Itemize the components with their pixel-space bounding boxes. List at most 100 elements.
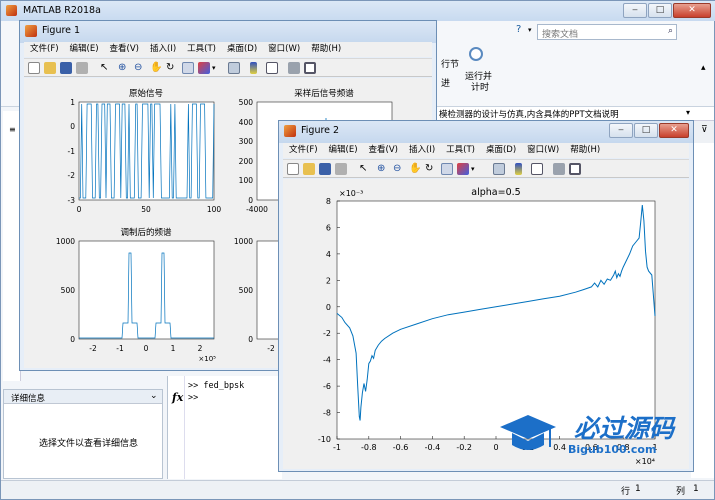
fig1-menu-tools[interactable]: 工具(T) [187, 44, 216, 54]
hide-plot-tools-icon[interactable] [553, 163, 565, 175]
colorbar-icon[interactable] [515, 163, 522, 175]
open-file-icon[interactable] [44, 62, 56, 74]
chart-xtick-label: -0.6 [393, 443, 409, 452]
chart-title: alpha=0.5 [471, 187, 520, 198]
doc-bar: 模检测器的设计与仿真,内含具体的PPT文档说明 ▾ [431, 107, 714, 121]
fx-icon[interactable]: fx [172, 391, 183, 404]
zoom-out-icon[interactable]: ⊖ [393, 163, 405, 175]
legend-icon[interactable] [531, 163, 543, 175]
p1-title: 原始信号 [129, 88, 163, 99]
doc-dropdown-icon[interactable]: ▾ [686, 108, 690, 117]
link-plot-icon[interactable] [493, 163, 505, 175]
rotate-3d-icon[interactable]: ↻ [166, 62, 178, 74]
details-header[interactable]: 详细信息 ⌄ [4, 390, 162, 404]
command-window[interactable]: fx >> fed_bpsk >> [167, 376, 282, 479]
status-col-value: 1 [693, 484, 699, 494]
rotate-3d-icon[interactable]: ↻ [425, 163, 437, 175]
p2-xtick-m4000: -4000 [246, 205, 268, 214]
figure1-title: Figure 1 [42, 25, 81, 36]
data-cursor-icon[interactable] [182, 62, 194, 74]
brush-icon[interactable] [198, 62, 210, 74]
p3-ytick-1000: 1000 [56, 237, 75, 246]
fig2-menu-edit[interactable]: 编辑(E) [329, 145, 358, 155]
matlab-close-button[interactable]: ✕ [673, 3, 711, 18]
zoom-in-icon[interactable]: ⊕ [118, 62, 130, 74]
figure1-toolbar: ↖ ⊕ ⊖ ✋ ↻ ▾ [24, 58, 432, 77]
search-box[interactable]: 搜索文档 ⌕ [537, 24, 677, 40]
fig2-menu-file[interactable]: 文件(F) [289, 145, 318, 155]
figure2-minimize-button[interactable]: ‒ [609, 123, 633, 138]
data-cursor-icon[interactable] [441, 163, 453, 175]
save-icon[interactable] [319, 163, 331, 175]
link-plot-icon[interactable] [228, 62, 240, 74]
print-icon[interactable] [335, 163, 347, 175]
chart-xtick-label: -0.8 [361, 443, 377, 452]
details-collapse-icon[interactable]: ⌄ [150, 391, 158, 401]
fig2-menu-insert[interactable]: 插入(I) [409, 145, 435, 155]
fig1-menu-window[interactable]: 窗口(W) [268, 44, 300, 54]
brush-dropdown-icon[interactable]: ▾ [471, 163, 483, 175]
figure2-maximize-button[interactable]: □ [634, 123, 658, 138]
p4-ytick-500: 500 [239, 286, 254, 295]
matlab-maximize-button[interactable]: □ [648, 3, 672, 18]
p3-ytick-500: 500 [61, 286, 76, 295]
p1-ytick-0: 0 [70, 122, 75, 131]
list-icon: ≡ [9, 125, 16, 134]
print-icon[interactable] [76, 62, 88, 74]
figure2-close-button[interactable]: ✕ [659, 123, 689, 138]
chart-ytick-label: 0 [326, 303, 331, 312]
p1-ytick-m3: -3 [68, 196, 76, 205]
ribbon-expand-icon[interactable]: ▾ [528, 26, 532, 34]
run-and-time-icon[interactable] [469, 47, 483, 61]
fig1-menu-help[interactable]: 帮助(H) [311, 44, 341, 54]
ribbon-label-section[interactable]: 行节 [441, 57, 459, 70]
zoom-out-icon[interactable]: ⊖ [134, 62, 146, 74]
hide-plot-tools-icon[interactable] [288, 62, 300, 74]
p1-ytick-m1: -1 [68, 147, 76, 156]
ribbon-label-advance[interactable]: 进 [441, 76, 450, 89]
ribbon-help-icon[interactable]: ? [516, 24, 521, 35]
fig2-menu-help[interactable]: 帮助(H) [570, 145, 600, 155]
matlab-minimize-button[interactable]: ‒ [623, 3, 647, 18]
command-divider [184, 376, 185, 479]
fig1-menu-edit[interactable]: 编辑(E) [70, 44, 99, 54]
brush-icon[interactable] [457, 163, 469, 175]
chart-ytick-label: 8 [326, 197, 331, 206]
brush-dropdown-icon[interactable]: ▾ [212, 62, 224, 74]
chart-ytick-label: 6 [326, 223, 331, 232]
new-figure-icon[interactable] [287, 163, 299, 175]
fig2-menu-view[interactable]: 查看(V) [369, 145, 398, 155]
new-figure-icon[interactable] [28, 62, 40, 74]
legend-icon[interactable] [266, 62, 278, 74]
colorbar-icon[interactable] [250, 62, 257, 74]
watermark-title: 必过源码 [574, 414, 675, 443]
select-arrow-icon[interactable]: ↖ [100, 62, 112, 74]
figure1-menubar: 文件(F) 编辑(E) 查看(V) 插入(I) 工具(T) 桌面(D) 窗口(W) 帮助(H) [24, 42, 432, 57]
show-plot-tools-icon[interactable] [304, 62, 316, 74]
search-input[interactable]: 搜索文档 [542, 27, 578, 40]
zoom-in-icon[interactable]: ⊕ [377, 163, 389, 175]
fig2-menu-desktop[interactable]: 桌面(D) [486, 145, 516, 155]
fig1-menu-insert[interactable]: 插入(I) [150, 44, 176, 54]
ribbon-collapse-icon[interactable]: ▴ [701, 63, 706, 73]
panel-menu-icon[interactable]: ⊽ [701, 125, 708, 135]
show-plot-tools-icon[interactable] [569, 163, 581, 175]
save-icon[interactable] [60, 62, 72, 74]
p2-ytick-500: 500 [239, 98, 254, 107]
ribbon-label-runtime-2[interactable]: 计时 [471, 80, 489, 93]
fig2-menu-tools[interactable]: 工具(T) [446, 145, 475, 155]
fig1-menu-view[interactable]: 查看(V) [110, 44, 139, 54]
fig2-menu-window[interactable]: 窗口(W) [527, 145, 559, 155]
select-arrow-icon[interactable]: ↖ [359, 163, 371, 175]
open-file-icon[interactable] [303, 163, 315, 175]
details-title: 详细信息 [11, 394, 46, 404]
pan-hand-icon[interactable]: ✋ [150, 62, 162, 74]
fig1-menu-desktop[interactable]: 桌面(D) [227, 44, 257, 54]
figure1-titlebar[interactable]: Figure 1 [20, 21, 436, 43]
fig1-menu-file[interactable]: 文件(F) [30, 44, 59, 54]
watermark: 必过源码 Bigub100.com [498, 405, 698, 465]
figure2-titlebar[interactable]: Figure 2 ‒ □ ✕ [279, 121, 693, 143]
chart-ytick-label: -4 [323, 356, 331, 365]
pan-hand-icon[interactable]: ✋ [409, 163, 421, 175]
p3-xtick-m2: -2 [89, 344, 97, 353]
